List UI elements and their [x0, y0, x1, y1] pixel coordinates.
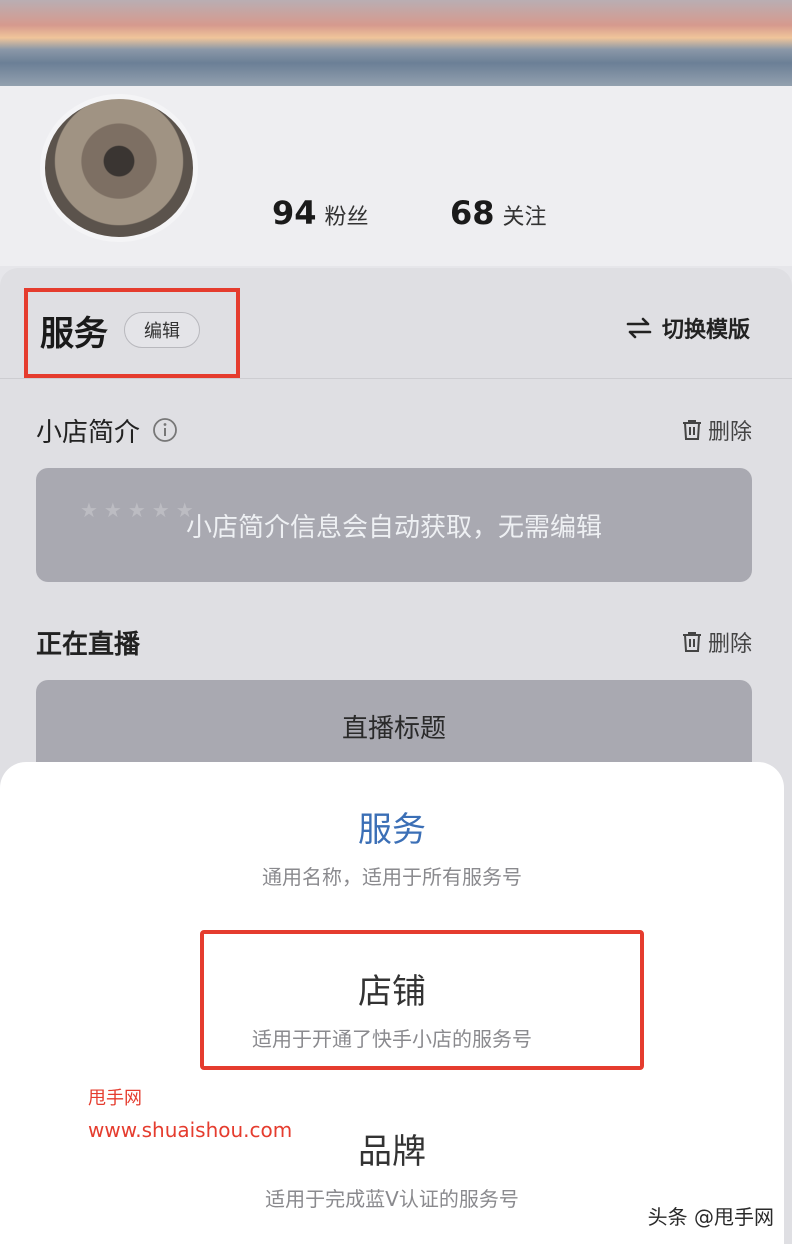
avatar[interactable] [40, 94, 198, 242]
watermark-url: www.shuaishou.com [88, 1118, 293, 1142]
highlight-box [200, 930, 644, 1070]
fans-stat[interactable]: 94 粉丝 [272, 194, 369, 232]
follow-stat[interactable]: 68 关注 [450, 194, 547, 232]
option-service[interactable]: 服务 通用名称，适用于所有服务号 [0, 802, 784, 890]
fans-count: 94 [272, 194, 317, 232]
rating-stars-icon: ★★★★★ [80, 498, 200, 522]
service-header: 服务 编辑 切换模版 [0, 268, 792, 379]
intro-section-row: 小店简介 删除 [36, 410, 752, 450]
info-icon[interactable] [152, 417, 178, 443]
intro-card-text: 小店简介信息会自动获取，无需编辑 [185, 512, 602, 543]
swap-arrows-icon [626, 317, 652, 339]
corner-watermark: 头条 @甩手网 [647, 1205, 774, 1229]
highlight-box [24, 288, 240, 378]
live-section-row: 正在直播 删除 [36, 622, 752, 662]
intro-delete-button[interactable]: 删除 [680, 414, 752, 446]
live-delete-label: 删除 [707, 632, 752, 657]
live-delete-button[interactable]: 删除 [680, 626, 752, 658]
follow-label: 关注 [502, 205, 547, 230]
template-bottom-sheet: 服务 通用名称，适用于所有服务号 店铺 适用于开通了快手小店的服务号 品牌 适用… [0, 762, 784, 1244]
intro-title: 小店简介 [36, 417, 141, 448]
profile-banner [0, 0, 792, 90]
intro-delete-label: 删除 [707, 420, 752, 445]
trash-icon [682, 632, 701, 652]
switch-template-label: 切换模版 [661, 318, 750, 343]
follow-count: 68 [450, 194, 495, 232]
live-card-title: 直播标题 [341, 714, 446, 744]
watermark-name: 甩手网 [88, 1088, 142, 1109]
profile-header: 94 粉丝 68 关注 [0, 86, 792, 304]
fans-label: 粉丝 [324, 205, 369, 230]
live-title: 正在直播 [36, 629, 141, 660]
trash-icon [682, 420, 701, 440]
option-subtitle: 通用名称，适用于所有服务号 [262, 865, 522, 889]
option-title: 服务 [358, 810, 426, 850]
switch-template-button[interactable]: 切换模版 [626, 312, 750, 344]
intro-card: ★★★★★ 小店简介信息会自动获取，无需编辑 [36, 468, 752, 582]
